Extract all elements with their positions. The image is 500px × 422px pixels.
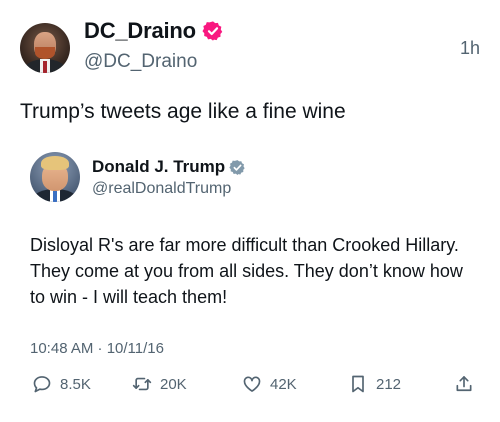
author-name[interactable]: DC_Draino xyxy=(84,18,196,44)
quoted-tweet-timestamp[interactable]: 10:48 AM · 10/11/16 xyxy=(30,340,164,357)
repost-button[interactable]: 20K xyxy=(132,371,187,397)
author-name-row: DC_Draino xyxy=(84,18,224,44)
quoted-author-name[interactable]: Donald J. Trump xyxy=(92,157,225,177)
verified-badge-icon xyxy=(229,159,245,175)
repost-icon xyxy=(132,377,152,391)
quoted-tweet-text: Disloyal R's are far more difficult than… xyxy=(30,235,463,307)
reply-button[interactable]: 8.5K xyxy=(32,371,91,397)
reply-icon xyxy=(33,376,51,393)
bookmark-icon xyxy=(352,375,364,393)
author-handle[interactable]: @DC_Draino xyxy=(84,51,197,73)
verified-badge-icon xyxy=(202,21,223,41)
tweet-page: DC_Draino @DC_Draino 1h Trump’s tweets a… xyxy=(0,0,500,422)
bookmark-count: 212 xyxy=(376,375,402,393)
bookmark-button[interactable]: 212 xyxy=(348,371,401,397)
share-icon xyxy=(456,376,472,392)
like-count: 42K xyxy=(270,375,297,393)
author-avatar[interactable] xyxy=(20,23,70,73)
share-button[interactable] xyxy=(454,371,474,397)
repost-count: 20K xyxy=(160,375,187,393)
reply-count: 8.5K xyxy=(60,375,91,393)
action-bar: 8.5K 20K 42K 212 xyxy=(30,371,476,397)
like-button[interactable]: 42K xyxy=(242,371,297,397)
quoted-author-name-row: Donald J. Trump xyxy=(92,157,246,177)
quoted-author-avatar[interactable] xyxy=(30,152,80,202)
post-age[interactable]: 1h xyxy=(460,38,480,59)
quoted-author-handle[interactable]: @realDonaldTrump xyxy=(92,180,231,198)
heart-icon xyxy=(243,376,261,392)
tweet-text: Trump’s tweets age like a fine wine xyxy=(20,100,346,123)
